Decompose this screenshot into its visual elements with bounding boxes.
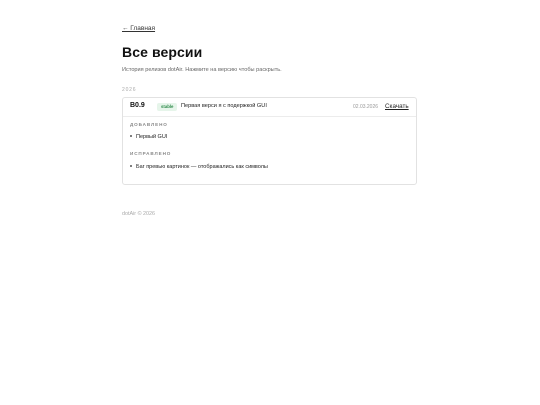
bullet-icon — [130, 165, 132, 168]
status-badge: stable — [157, 103, 178, 111]
releases-page: ← Главная Все версии История релизов dot… — [0, 0, 540, 405]
list-item: Первый GUI — [130, 134, 167, 140]
download-link[interactable]: Скачать — [385, 103, 409, 110]
back-home-link[interactable]: ← Главная — [122, 25, 155, 32]
list-item-text: Баг превью картинок — отображались как с… — [136, 164, 268, 170]
list-item-text: Первый GUI — [136, 134, 168, 140]
section-label-fixed: ИСПРАВЛЕНО — [130, 151, 172, 156]
section-label-added: ДОБАВЛЕНО — [130, 122, 168, 127]
release-summary: Первая верси я с подержкой GUI — [181, 103, 267, 109]
release-card: B0.9 stable Первая верси я с подержкой G… — [122, 97, 417, 185]
year-label: 2026 — [122, 87, 137, 93]
page-title: Все версии — [122, 44, 203, 60]
release-version: B0.9 — [130, 102, 145, 109]
footer-copyright: dotAir © 2026 — [122, 211, 156, 217]
list-item: Баг превью картинок — отображались как с… — [130, 164, 268, 170]
page-subtitle: История релизов dotAir. Нажмите на верси… — [122, 67, 282, 73]
release-date: 02.03.2026 — [353, 104, 379, 110]
bullet-icon — [130, 135, 132, 138]
release-header[interactable]: B0.9 stable Первая верси я с подержкой G… — [123, 98, 416, 117]
